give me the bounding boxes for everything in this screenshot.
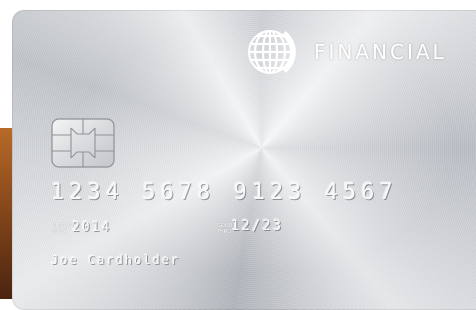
customer-since-year: 2014: [72, 220, 112, 235]
card-number: 1234 5678 9123 4567: [51, 180, 398, 205]
cardholder-name: Joe Cardholder: [51, 253, 181, 267]
credit-card: FINANCIAL 1234 5678 9123 4567 CUSTOMER S…: [12, 10, 476, 310]
expiry-date: 12/23: [231, 218, 284, 234]
brand-name: FINANCIAL: [314, 40, 447, 64]
good-thru-label: GOOD THRU: [217, 223, 233, 235]
emv-chip-icon: [51, 118, 115, 168]
globe-icon: [248, 30, 296, 74]
